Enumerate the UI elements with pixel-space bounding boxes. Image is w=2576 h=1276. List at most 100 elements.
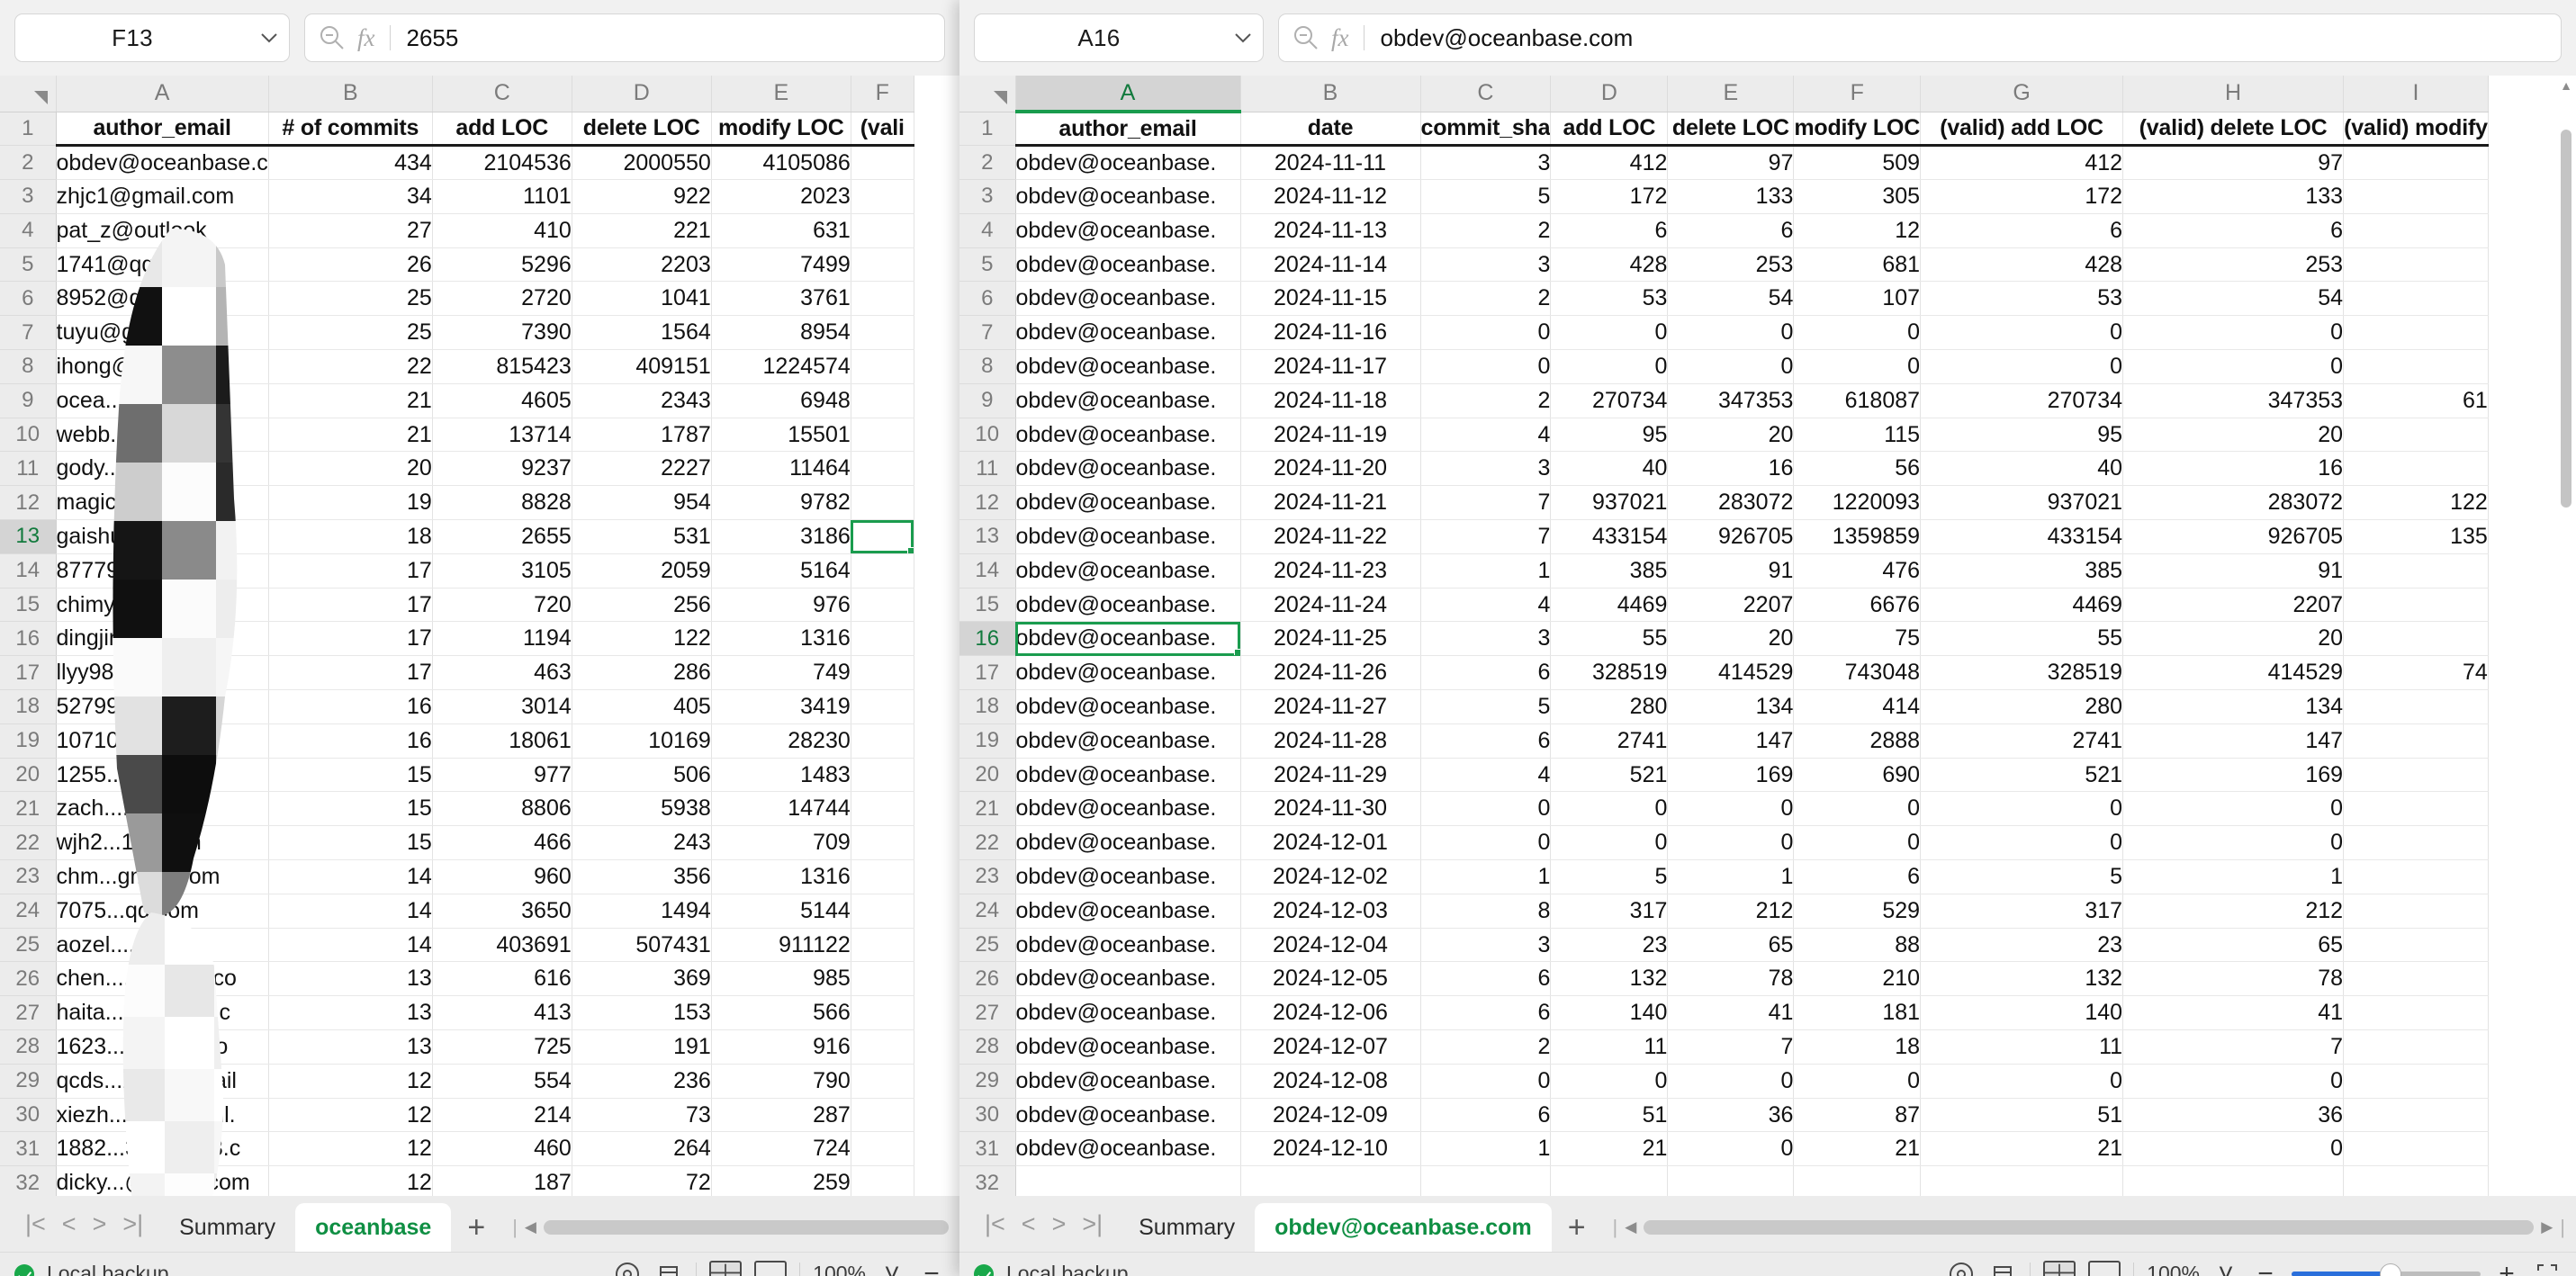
table-cell[interactable]: 2024-12-07 [1240,1029,1421,1065]
row-header-10[interactable]: 10 [959,418,1016,453]
table-cell[interactable]: 2024-11-17 [1240,349,1421,384]
table-cell[interactable]: 2104536 [432,145,572,181]
table-cell[interactable] [851,859,914,894]
table-cell[interactable]: 2024-11-19 [1240,418,1421,453]
scroll-up-icon[interactable]: ▲ [2556,76,2576,95]
table-cell[interactable]: 960 [432,859,572,894]
table-cell[interactable]: 20 [2122,621,2345,657]
left-formula-input[interactable]: fx 2655 [304,13,945,62]
table-cell[interactable]: 3 [1420,145,1552,181]
row-header-4[interactable]: 4 [0,213,57,248]
right-sheet-tab-summary[interactable]: Summary [1119,1203,1255,1252]
table-cell[interactable]: 2 [1420,213,1552,248]
table-cell[interactable]: wjh2...163.con [56,825,269,861]
row-header-13[interactable]: 13 [959,519,1016,554]
table-cell[interactable]: 720 [432,588,572,623]
left-header-cell[interactable]: add LOC [432,112,572,148]
table-cell[interactable] [851,383,914,418]
table-cell[interactable]: 23 [1920,928,2124,963]
row-header-31[interactable]: 31 [0,1131,57,1167]
row-header-27[interactable]: 27 [959,995,1016,1031]
table-cell[interactable]: obdev@oceanbase. [1015,451,1241,487]
grid-view-button[interactable] [709,1260,743,1276]
table-cell[interactable]: 6 [2122,213,2345,248]
table-cell[interactable]: 529 [1793,894,1922,929]
table-cell[interactable]: 41 [1667,995,1795,1031]
table-cell[interactable]: 8806 [432,791,572,827]
right-formula-input[interactable]: fx obdev@oceanbase.com [1278,13,2562,62]
table-cell[interactable]: chimy...ail.com [56,588,269,623]
zoom-out-icon[interactable] [318,23,347,52]
table-cell[interactable]: 328519 [1550,655,1669,691]
row-header-19[interactable]: 19 [0,723,57,759]
row-header-23[interactable]: 23 [0,859,57,894]
table-cell[interactable]: 2 [1420,281,1552,317]
table-cell[interactable]: 61 [2343,383,2489,418]
table-cell[interactable]: 2741 [1920,723,2124,759]
table-cell[interactable] [851,247,914,283]
table-cell[interactable]: 1101 [432,179,572,214]
table-cell[interactable]: 476 [1793,553,1922,589]
chevron-down-icon[interactable] [249,32,289,43]
table-cell[interactable]: 2059 [572,553,712,589]
table-cell[interactable]: 8952@qq.com [56,281,269,317]
table-cell[interactable]: 280 [1920,689,2124,724]
table-cell[interactable]: 385 [1920,553,2124,589]
table-cell[interactable]: 6 [1420,1098,1552,1133]
left-column-header-A[interactable]: A [56,76,269,112]
table-cell[interactable]: 91 [2122,553,2345,589]
scroll-right-icon[interactable]: ▶ [2541,1218,2553,1236]
row-header-20[interactable]: 20 [0,758,57,793]
table-cell[interactable]: 2024-11-13 [1240,213,1421,248]
table-cell[interactable]: 0 [1420,315,1552,351]
table-cell[interactable] [2343,1098,2489,1133]
left-header-cell[interactable]: # of commits [268,112,433,148]
table-cell[interactable]: 725 [432,1029,572,1065]
right-zoom-level[interactable]: 100% [2147,1262,2200,1276]
table-cell[interactable]: obdev@oceanbase. [1015,383,1241,418]
table-cell[interactable]: 356 [572,859,712,894]
table-cell[interactable]: 926705 [2122,519,2345,554]
left-name-box[interactable]: F13 [14,13,290,62]
table-cell[interactable]: 54 [2122,281,2345,317]
table-cell[interactable]: 133 [2122,179,2345,214]
table-cell[interactable]: 2203 [572,247,712,283]
table-cell[interactable]: 410 [432,213,572,248]
table-cell[interactable]: qcds...209@gmail [56,1064,269,1099]
table-cell[interactable]: 681 [1793,247,1922,283]
table-cell[interactable]: 2024-11-11 [1240,145,1421,181]
table-cell[interactable] [851,894,914,929]
table-cell[interactable] [851,553,914,589]
table-cell[interactable]: 18 [1793,1029,1922,1065]
table-cell[interactable]: 0 [1793,825,1922,861]
table-cell[interactable]: 20 [268,451,433,487]
table-cell[interactable]: 65 [2122,928,2345,963]
table-cell[interactable]: 73 [572,1098,712,1133]
table-cell[interactable]: 280 [1550,689,1669,724]
table-cell[interactable] [2343,758,2489,793]
table-cell[interactable]: 15501 [711,418,851,453]
table-cell[interactable]: 7499 [711,247,851,283]
row-header-32[interactable]: 32 [959,1165,1016,1196]
table-cell[interactable]: 2024-12-08 [1240,1064,1421,1099]
row-header-12[interactable]: 12 [959,485,1016,521]
table-cell[interactable]: 507431 [572,928,712,963]
row-header-8[interactable]: 8 [959,349,1016,384]
table-cell[interactable]: 6 [1550,213,1669,248]
table-cell[interactable]: 2888 [1793,723,1922,759]
table-cell[interactable]: 506 [572,758,712,793]
row-header-1[interactable]: 1 [0,112,57,147]
right-header-cell[interactable]: commit_sha [1420,112,1552,148]
table-cell[interactable] [851,519,914,554]
table-cell[interactable]: 1 [1420,859,1552,894]
left-grid[interactable]: A B C D E F 1 author_email # of commits add LOC de… [0,76,959,1196]
right-sheet-nav[interactable]: |< < > >| [968,1196,1119,1252]
table-cell[interactable]: 2024-12-01 [1240,825,1421,861]
table-cell[interactable]: 253 [1667,247,1795,283]
table-cell[interactable]: 0 [1420,349,1552,384]
table-cell[interactable]: 2024-12-02 [1240,859,1421,894]
table-cell[interactable]: obdev@oceanbase. [1015,588,1241,623]
right-column-header-I[interactable]: I [2343,76,2489,112]
table-cell[interactable]: 690 [1793,758,1922,793]
table-cell[interactable] [2343,791,2489,827]
